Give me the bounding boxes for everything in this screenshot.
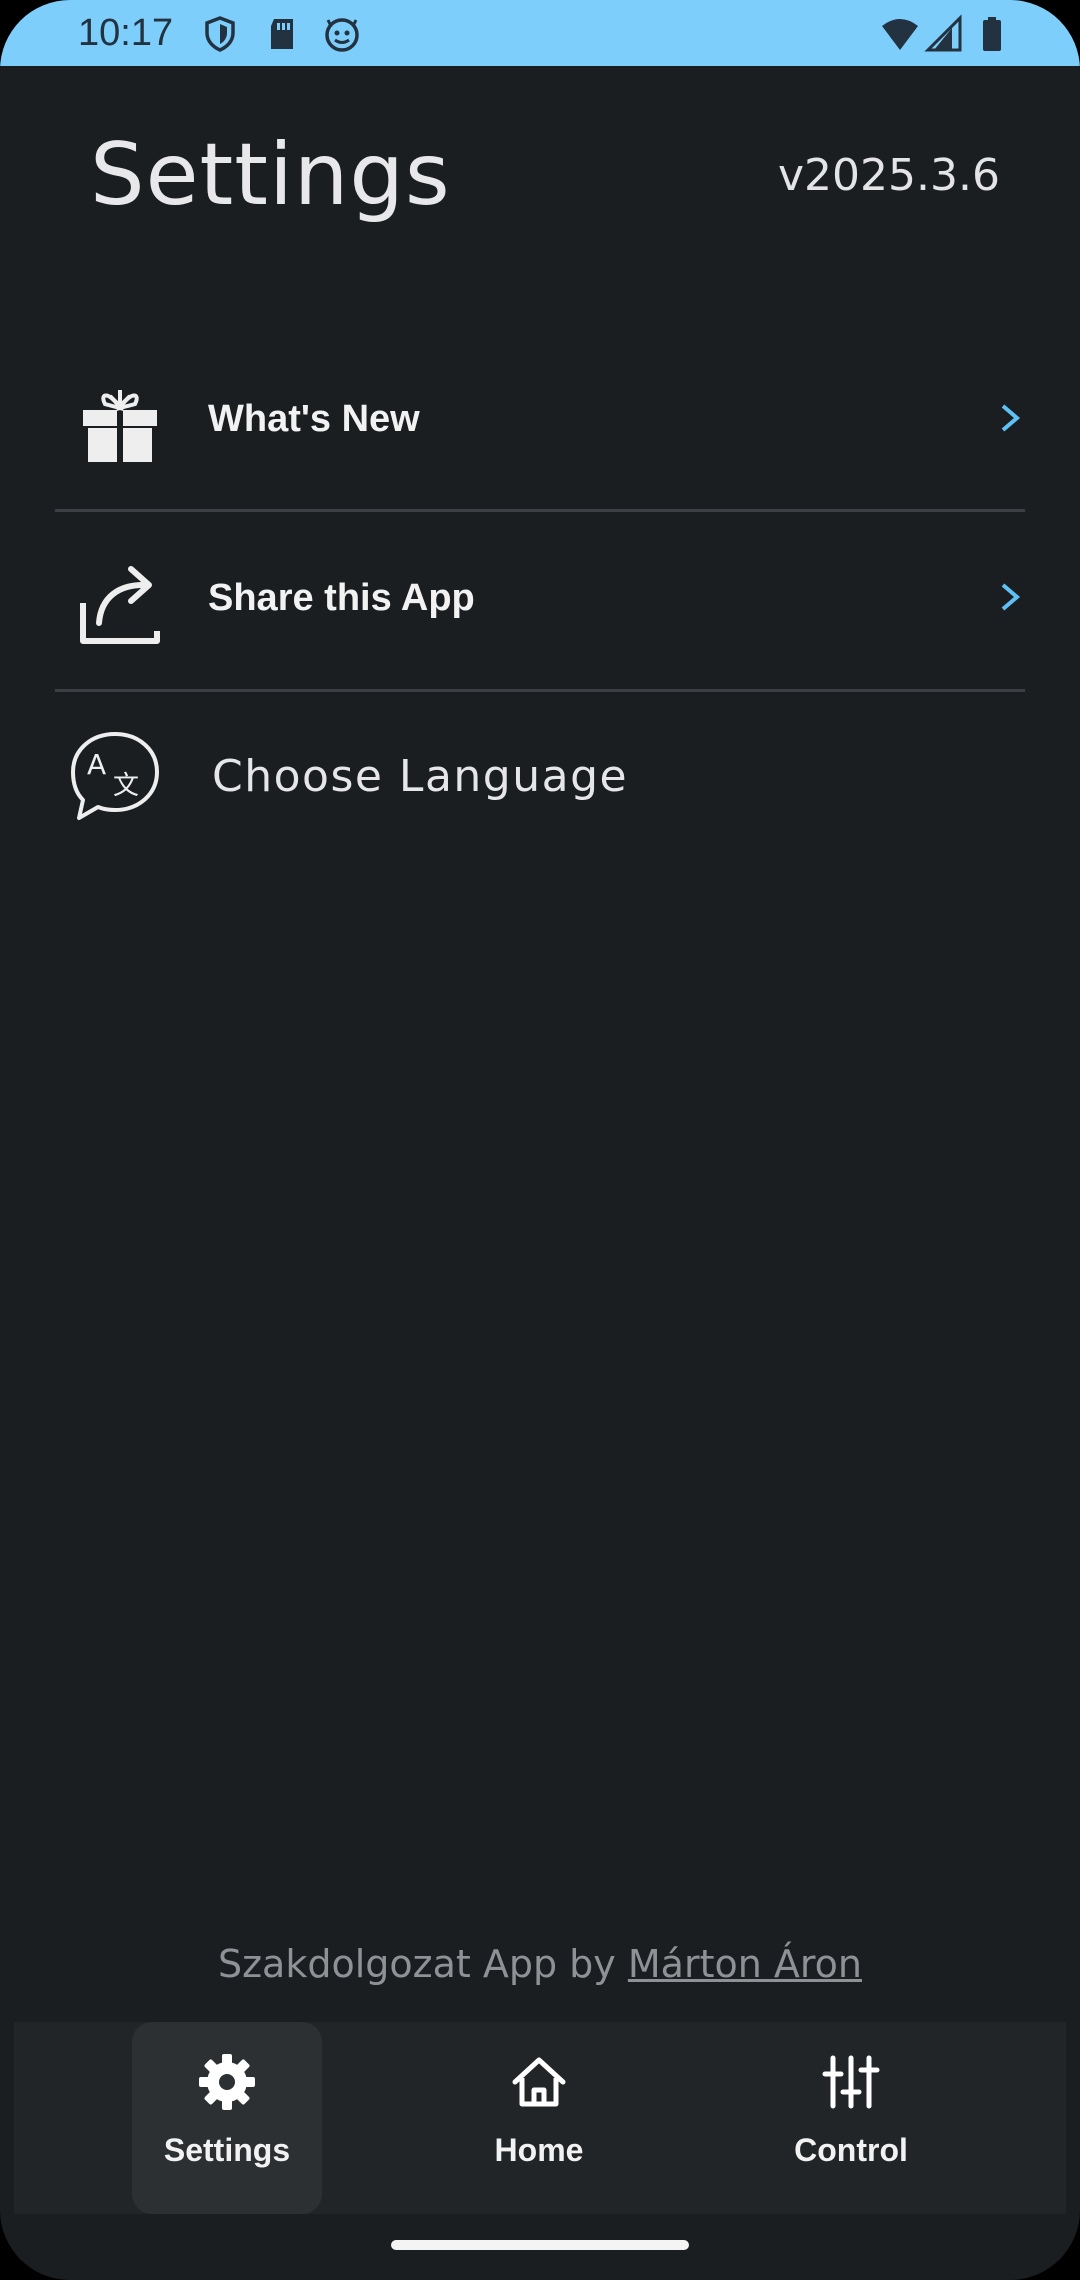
svg-text:A: A [87,748,106,781]
home-icon [512,2057,566,2107]
chevron-right-icon [1001,404,1021,432]
menu-item-whats-new[interactable]: What's New [55,348,1025,498]
author-link[interactable]: Márton Áron [628,1942,862,1986]
page-title: Settings [90,125,451,225]
face-icon [325,18,359,52]
menu-item-label: Share this App [208,577,475,619]
menu-item-label: Choose Language [212,751,629,802]
translate-icon: A 文 [71,732,159,820]
menu-item-choose-language[interactable]: A 文 Choose Language [55,703,1025,853]
divider [55,689,1025,692]
gesture-bar[interactable] [391,2240,689,2250]
credit-prefix: Szakdolgozat App by [217,1942,616,1986]
nav-settings[interactable]: Settings [132,2022,322,2214]
sliders-icon [822,2055,880,2109]
settings-screen: 10:17 Settings v2025.3.6 What's New Shar… [0,0,1080,2280]
nav-label: Home [494,2132,584,2168]
gift-icon [83,390,157,464]
nav-label: Settings [163,2132,291,2168]
nav-control[interactable]: Control [756,2022,946,2214]
chevron-right-icon [1001,583,1021,611]
shield-icon [205,16,235,52]
signal-icon [924,14,962,52]
menu-item-label: What's New [208,398,420,440]
gear-icon [199,2054,255,2110]
battery-icon [983,17,1001,51]
divider [55,509,1025,512]
bottom-navigation: Settings Home Control [14,2022,1066,2214]
nav-home[interactable]: Home [444,2022,634,2214]
sd-card-icon [271,19,293,49]
footer-credit: Szakdolgozat App by Márton Áron [0,1942,1080,1986]
share-icon [80,566,160,644]
status-bar: 10:17 [0,0,1080,66]
status-time: 10:17 [78,12,174,54]
nav-label: Control [794,2132,908,2168]
svg-text:文: 文 [113,771,139,801]
wifi-icon [882,19,918,50]
menu-item-share-app[interactable]: Share this App [55,527,1025,677]
app-version: v2025.3.6 [778,150,1000,201]
